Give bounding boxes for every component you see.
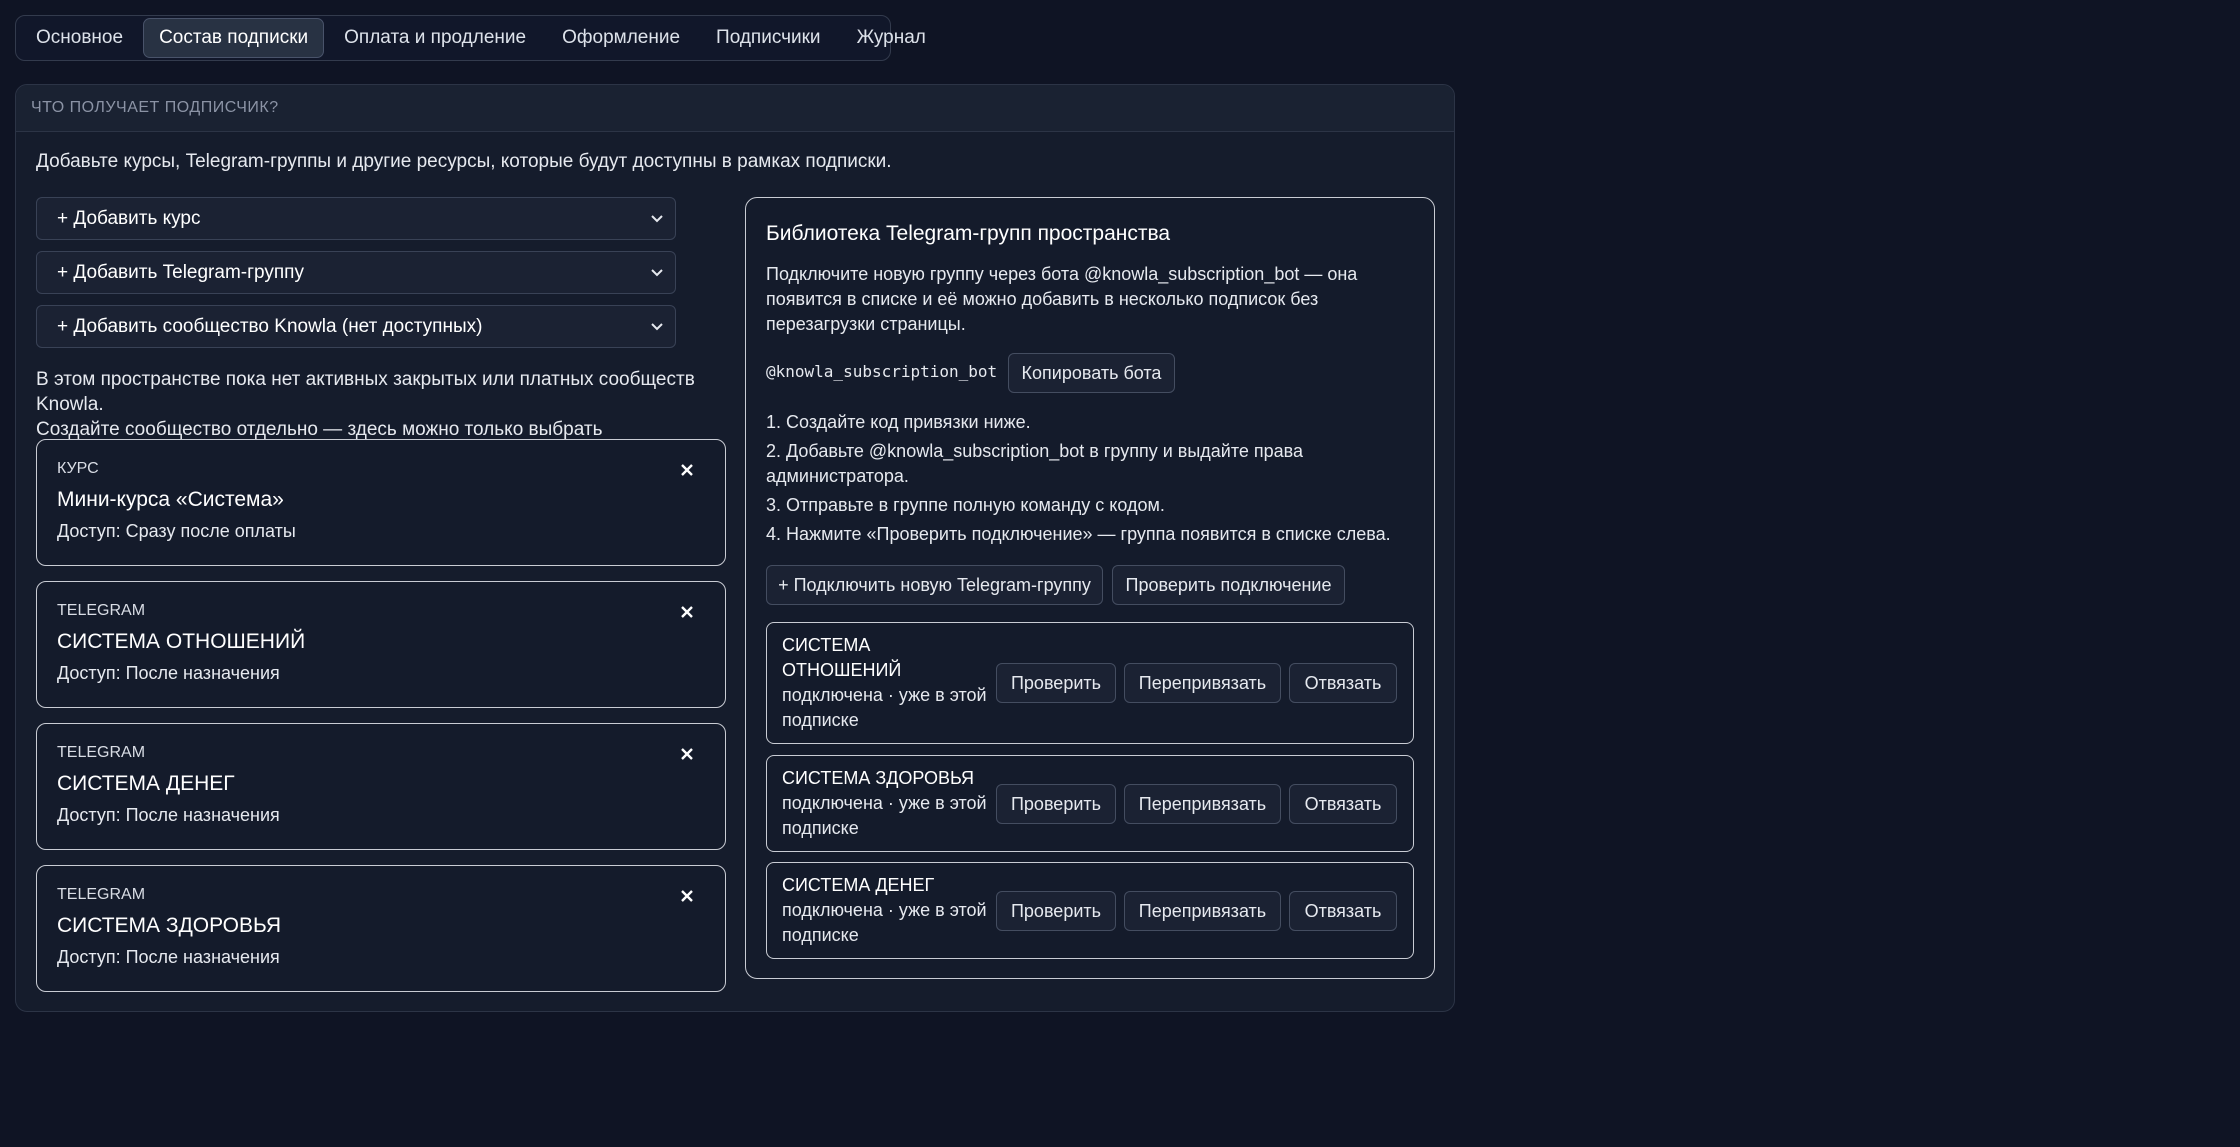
group-info: СИСТЕМА ОТНОШЕНИЙ подключена · уже в это… [782,633,992,733]
chevron-down-icon [649,265,665,281]
item-kind: КУРС [57,460,99,477]
library-desc-line: появится в списке и её можно добавить в … [766,289,1319,309]
group-info: СИСТЕМА ДЕНЕГ подключена · уже в этой по… [782,873,992,948]
item-title: СИСТЕМА ОТНОШЕНИЙ [57,630,306,653]
tab-log[interactable]: Журнал [841,18,942,58]
copy-bot-button[interactable]: Копировать бота [1008,353,1175,393]
group-status: подключена · уже в этой [782,685,987,705]
library-description: Подключите новую группу через бота @know… [766,262,1386,337]
group-status: подключена · уже в этой [782,900,987,920]
group-rebind-button[interactable]: Перепривязать [1124,784,1281,824]
group-name: СИСТЕМА ДЕНЕГ [782,875,935,895]
library-title: Библиотека Telegram-групп пространства [766,222,1171,245]
add-telegram-group-select[interactable]: + Добавить Telegram-группу [36,251,676,294]
group-info: СИСТЕМА ЗДОРОВЬЯ подключена · уже в этой… [782,766,992,841]
item-access: Доступ: После назначения [57,663,280,683]
tab-basic[interactable]: Основное [20,18,139,58]
group-unbind-button[interactable]: Отвязать [1289,891,1397,931]
telegram-group-row: СИСТЕМА ДЕНЕГ подключена · уже в этой по… [766,862,1414,959]
step-item: 4. Нажмите «Проверить подключение» — гру… [766,524,1391,544]
tab-subscription-contents[interactable]: Состав подписки [143,18,325,58]
add-community-select[interactable]: + Добавить сообщество Knowla (нет доступ… [36,305,676,348]
group-status: подписке [782,818,859,838]
step-item: 2. Добавьте @knowla_subscription_bot в г… [766,441,1304,461]
step-item: администратора. [766,466,909,486]
group-rebind-button[interactable]: Перепривязать [1124,663,1281,703]
subscription-item-card: TELEGRAM СИСТЕМА ДЕНЕГ Доступ: После наз… [36,723,726,850]
remove-item-close-icon[interactable] [679,746,695,762]
chevron-down-icon [649,319,665,335]
panel-intro: Добавьте курсы, Telegram-группы и другие… [36,151,892,172]
step-item: 1. Создайте код привязки ниже. [766,412,1031,432]
item-access: Доступ: Сразу после оплаты [57,521,296,541]
subscription-item-card: КУРС Мини-курса «Система» Доступ: Сразу … [36,439,726,566]
chevron-down-icon [649,211,665,227]
note-line: В этом пространстве пока нет активных за… [36,369,695,415]
tab-bar: Основное Состав подписки Оплата и продле… [15,15,926,61]
tab-design[interactable]: Оформление [546,18,696,58]
item-access: Доступ: После назначения [57,805,280,825]
group-status: подключена · уже в этой [782,793,987,813]
connection-steps: 1. Создайте код привязки ниже. 2. Добавь… [766,410,1416,551]
subscription-contents-panel: ЧТО ПОЛУЧАЕТ ПОДПИСЧИК? Добавьте курсы, … [15,84,1455,1012]
add-course-select[interactable]: + Добавить курс [36,197,676,240]
group-name: СИСТЕМА [782,635,871,655]
group-name: СИСТЕМА ЗДОРОВЬЯ [782,768,975,788]
step-item: 3. Отправьте в группе полную команду с к… [766,495,1165,515]
group-rebind-button[interactable]: Перепривязать [1124,891,1281,931]
telegram-group-row: СИСТЕМА ЗДОРОВЬЯ подключена · уже в этой… [766,755,1414,852]
item-title: Мини-курса «Система» [57,488,284,511]
group-unbind-button[interactable]: Отвязать [1289,663,1397,703]
library-desc-line: Подключите новую группу через бота @know… [766,264,1358,284]
item-title: СИСТЕМА ДЕНЕГ [57,772,235,795]
group-status: подписке [782,925,859,945]
group-status: подписке [782,710,859,730]
item-kind: TELEGRAM [57,886,146,903]
group-check-button[interactable]: Проверить [996,891,1116,931]
telegram-library: Библиотека Telegram-групп пространства П… [745,197,1435,979]
telegram-group-row: СИСТЕМА ОТНОШЕНИЙ подключена · уже в это… [766,622,1414,744]
add-course-label: + Добавить курс [57,207,201,229]
remove-item-close-icon[interactable] [679,604,695,620]
panel-heading: ЧТО ПОЛУЧАЕТ ПОДПИСЧИК? [16,85,1454,132]
remove-item-close-icon[interactable] [679,888,695,904]
add-community-label: + Добавить сообщество Knowla (нет доступ… [57,315,483,337]
group-unbind-button[interactable]: Отвязать [1289,784,1397,824]
add-telegram-group-label: + Добавить Telegram-группу [57,261,304,283]
item-kind: TELEGRAM [57,744,146,761]
tab-subscribers[interactable]: Подписчики [700,18,837,58]
group-check-button[interactable]: Проверить [996,663,1116,703]
bot-handle: @knowla_subscription_bot [766,362,998,381]
group-check-button[interactable]: Проверить [996,784,1116,824]
check-connection-button[interactable]: Проверить подключение [1112,565,1345,605]
group-name: ОТНОШЕНИЙ [782,660,902,680]
connect-telegram-group-button[interactable]: + Подключить новую Telegram-группу [766,565,1103,605]
library-desc-line: перезагрузки страницы. [766,314,966,334]
tab-payment-renewal[interactable]: Оплата и продление [328,18,542,58]
item-title: СИСТЕМА ЗДОРОВЬЯ [57,914,282,937]
item-kind: TELEGRAM [57,602,146,619]
subscription-item-card: TELEGRAM СИСТЕМА ЗДОРОВЬЯ Доступ: После … [36,865,726,992]
subscription-item-card: TELEGRAM СИСТЕМА ОТНОШЕНИЙ Доступ: После… [36,581,726,708]
remove-item-close-icon[interactable] [679,462,695,478]
item-access: Доступ: После назначения [57,947,280,967]
